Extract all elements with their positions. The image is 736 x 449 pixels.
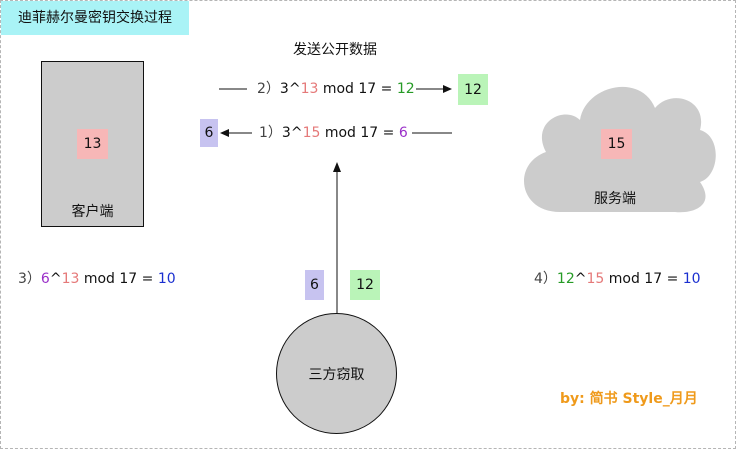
- step3-exponent: 13: [61, 271, 80, 287]
- step2-arrowhead: [443, 85, 452, 93]
- server-secret: 15: [601, 129, 632, 159]
- step4-number: 4）: [534, 271, 557, 287]
- step3-formula: 3）6^13 mod 17 = 10: [18, 269, 176, 289]
- step3-mod: mod 17 =: [79, 271, 158, 287]
- eavesdropper-label: 三方窃取: [308, 366, 365, 383]
- server-label: 服务端: [594, 191, 636, 207]
- intercepted-value-6: 6: [305, 270, 324, 300]
- step2-base: 3^: [279, 81, 301, 97]
- intercepted-value-12: 12: [350, 270, 380, 300]
- step2-formula: 2）3^13 mod 17 = 12: [257, 79, 415, 99]
- step3-caret: ^: [49, 271, 62, 287]
- step4-result: 10: [682, 271, 701, 287]
- step3-number: 3）: [18, 271, 41, 287]
- step1-number: 1）: [259, 125, 282, 141]
- step1-mod: mod 17 =: [320, 125, 399, 141]
- step4-mod: mod 17 =: [604, 271, 683, 287]
- step4-base: 12: [556, 271, 575, 287]
- step1-public-value: 6: [200, 119, 218, 147]
- step2-result: 12: [396, 81, 415, 97]
- step1-base: 3^: [281, 125, 303, 141]
- step3-result: 10: [157, 271, 176, 287]
- eavesdropper-circle: 三方窃取: [276, 313, 397, 434]
- step2-number: 2）: [257, 81, 280, 97]
- step4-exponent: 15: [586, 271, 605, 287]
- step1-result: 6: [398, 125, 408, 141]
- step2-public-value: 12: [458, 74, 488, 105]
- step1-formula: 1）3^15 mod 17 = 6: [259, 123, 408, 143]
- step3-base: 6: [40, 271, 50, 287]
- step4-caret: ^: [574, 271, 587, 287]
- author-credit: by: 简书 Style_月月: [560, 391, 698, 407]
- step2-exponent: 13: [300, 81, 319, 97]
- step4-formula: 4）12^15 mod 17 = 10: [534, 269, 701, 289]
- eavesdrop-arrowhead: [333, 162, 341, 172]
- step1-arrowhead: [220, 129, 229, 137]
- step1-exponent: 15: [302, 125, 321, 141]
- step2-mod: mod 17 =: [318, 81, 397, 97]
